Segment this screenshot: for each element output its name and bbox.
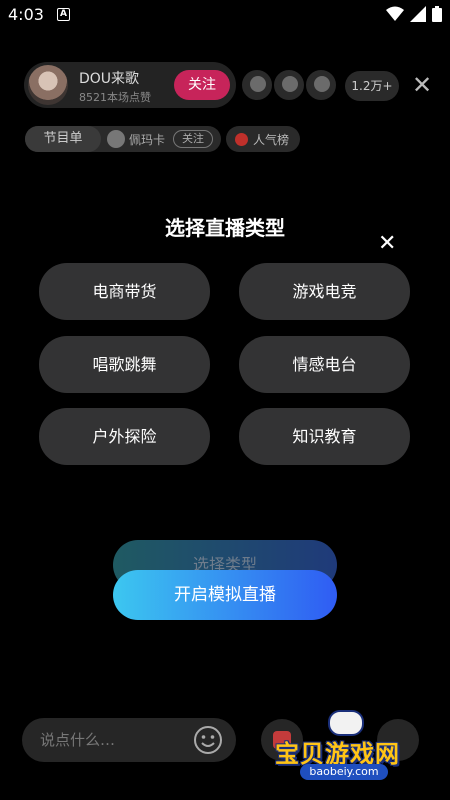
program-label[interactable]: 节目单 [25,126,101,152]
host-name: DOU来歌 [79,71,140,87]
host-info[interactable]: DOU来歌 8521本场点赞 关注 [24,62,236,108]
viewer-avatar[interactable] [240,68,274,102]
system-icons [386,6,442,22]
viewer-avatar[interactable] [272,68,306,102]
type-ecommerce-button[interactable]: 电商带货 [39,263,210,320]
ranking-label: 人气榜 [253,133,290,147]
flame-icon [235,133,248,146]
type-outdoor-button[interactable]: 户外探险 [39,408,210,465]
performer-follow-button[interactable]: 关注 [173,130,213,148]
performer-avatar [107,130,125,148]
viewer-avatar[interactable] [304,68,338,102]
host-avatar[interactable] [28,65,68,105]
wifi-icon [386,6,404,21]
emoji-icon[interactable] [193,725,223,755]
program-list[interactable]: 节目单 佩玛卡 关注 [25,126,221,152]
viewer-count[interactable]: 1.2万+ [345,71,399,101]
close-icon[interactable]: ✕ [412,73,432,97]
follow-button[interactable]: 关注 [174,70,230,100]
type-gaming-button[interactable]: 游戏电竞 [239,263,410,320]
gamepad-icon [328,710,364,736]
battery-icon [432,6,442,22]
type-radio-button[interactable]: 情感电台 [239,336,410,393]
status-bar: 4:03 A [0,0,450,30]
modal-close-icon[interactable]: ✕ [378,233,396,255]
signal-icon [410,6,426,22]
notification-badge-icon: A [57,8,70,21]
type-singing-button[interactable]: 唱歌跳舞 [39,336,210,393]
performer-name: 佩玛卡 [129,133,166,147]
type-education-button[interactable]: 知识教育 [239,408,410,465]
popularity-ranking[interactable]: 人气榜 [226,126,300,152]
start-simulated-live-button[interactable]: 开启模拟直播 [113,570,337,620]
watermark-logo: 宝贝游戏网 baobeiy.com [270,708,420,788]
host-likes: 8521本场点赞 [79,91,151,104]
status-time: 4:03 [8,5,44,24]
watermark-url: baobeiy.com [300,764,388,780]
